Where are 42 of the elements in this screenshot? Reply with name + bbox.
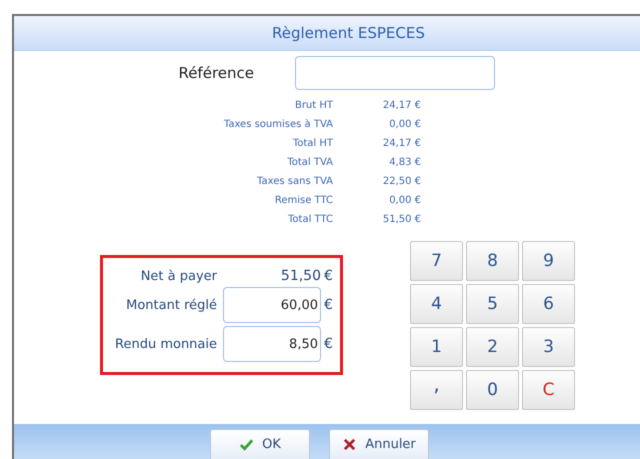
ok-button[interactable]: OK: [210, 429, 310, 459]
keypad-key[interactable]: 8: [466, 241, 519, 281]
summary-value: 24,17 €: [382, 137, 421, 151]
keypad-key[interactable]: ,: [410, 370, 463, 410]
keypad-key[interactable]: 7: [410, 241, 463, 281]
amount-value: 51,50: [280, 268, 321, 284]
summary-label: Brut HT: [294, 99, 333, 113]
keypad-key[interactable]: 5: [466, 284, 519, 324]
currency-symbol: €: [323, 268, 334, 284]
payment-label: Montant réglé: [125, 298, 218, 312]
summary-value: 51,50 €: [382, 213, 421, 227]
amount-field[interactable]: 60,00: [223, 287, 321, 323]
summary-value: 0,00 €: [388, 194, 421, 208]
summary-label: Total HT: [292, 137, 333, 151]
amount-field[interactable]: 8,50: [223, 326, 321, 362]
checkmark-icon: [239, 437, 254, 452]
summary-value: 22,50 €: [382, 175, 421, 189]
keypad-key[interactable]: 4: [410, 284, 463, 324]
summary-value: 4,83 €: [388, 156, 421, 170]
keypad-key[interactable]: 2: [466, 327, 519, 367]
window-title: Règlement ESPECES: [272, 24, 425, 42]
summary-label: Total TVA: [286, 156, 333, 170]
summary-value: 0,00 €: [388, 118, 421, 132]
cancel-button[interactable]: Annuler: [329, 429, 429, 459]
currency-symbol: €: [323, 297, 334, 313]
field-label: Référence: [177, 64, 254, 82]
summary-label: Taxes soumises à TVA: [222, 118, 333, 132]
keypad-key[interactable]: 6: [522, 284, 575, 324]
payment-label: Rendu monnaie: [114, 336, 218, 352]
payment-label: Net à payer: [140, 268, 218, 284]
summary-value: 24,17 €: [382, 99, 421, 113]
summary-label: Remise TTC: [274, 194, 333, 208]
keypad-key[interactable]: 9: [522, 241, 575, 281]
cross-icon: [342, 437, 358, 452]
keypad-key[interactable]: 0: [466, 370, 519, 410]
currency-symbol: €: [323, 336, 334, 352]
keypad-key[interactable]: 1: [410, 327, 463, 367]
summary-label: Taxes sans TVA: [256, 175, 333, 189]
clear-key[interactable]: C: [522, 370, 575, 410]
reference-field[interactable]: [295, 56, 495, 90]
summary-label: Total TTC: [287, 213, 333, 227]
keypad-key[interactable]: 3: [522, 327, 575, 367]
